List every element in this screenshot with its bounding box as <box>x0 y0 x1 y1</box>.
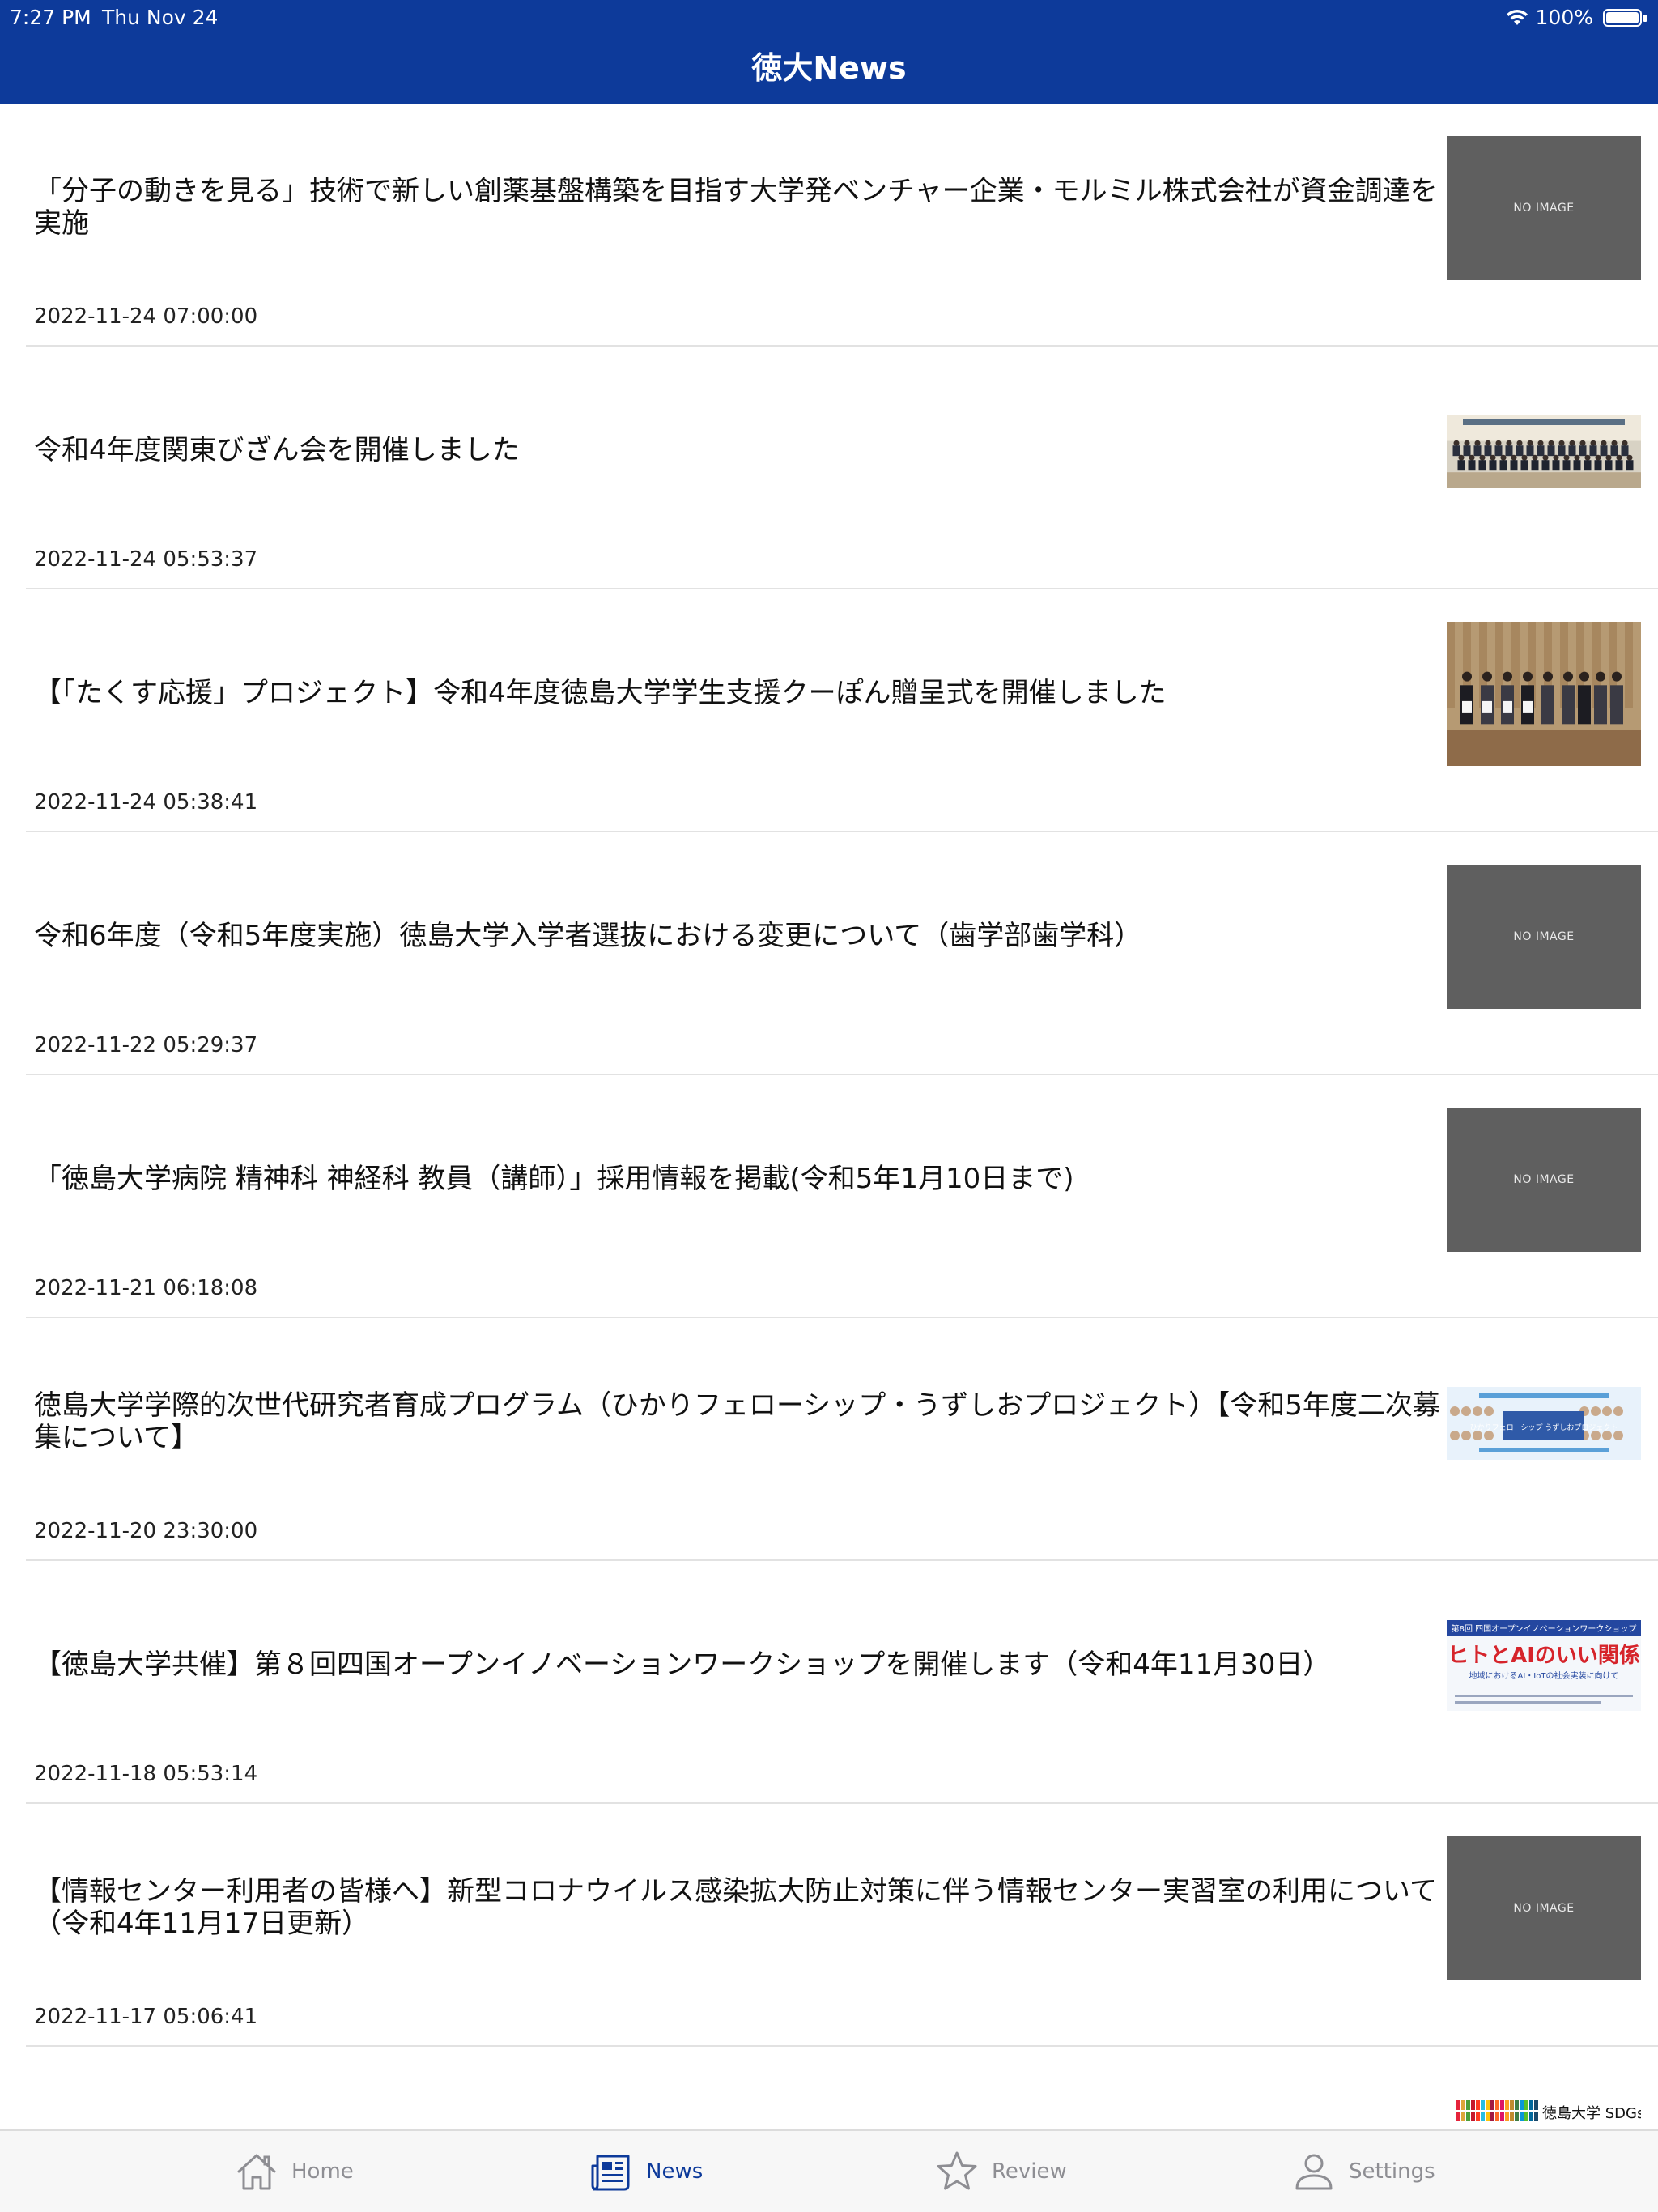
news-title: 「徳島大学病院 精神科 神経科 教員（講師）」採用情報を掲載(令和5年1月10日… <box>34 1163 1074 1195</box>
news-row[interactable]: 【「たくす応援」プロジェクト】令和4年度徳島大学学生支援クーぽん贈呈式を開催しま… <box>26 589 1658 832</box>
news-date: 2022-11-24 05:38:41 <box>34 790 258 815</box>
tab-news-label: News <box>646 2159 704 2184</box>
page-title: 徳大News <box>751 50 907 86</box>
battery-icon <box>1603 9 1647 27</box>
fellowship-banner-text: ひかりフェローシップ うずしおプロジェクト <box>1470 1423 1618 1432</box>
tab-review-label: Review <box>992 2159 1067 2184</box>
no-image-label: NO IMAGE <box>1513 1902 1575 1915</box>
news-thumbnail: 徳島大学 SDGs公開 <box>1447 2097 1641 2129</box>
house-icon <box>237 2154 276 2190</box>
news-row[interactable]: 「分子の動きを見る」技術で新しい創薬基盤構築を目指す大学発ベンチャー企業・モルミ… <box>26 104 1658 347</box>
newspaper-icon <box>591 2155 630 2191</box>
news-title: 徳島大学学際的次世代研究者育成プログラム（ひかりフェローシップ・うずしおプロジェ… <box>34 1389 1440 1454</box>
news-row[interactable]: 令和4年度関東びざん会を開催しました 2022-11-24 05:53:37 <box>26 347 1658 589</box>
news-thumbnail <box>1447 415 1641 488</box>
news-date: 2022-11-24 05:53:37 <box>34 547 258 572</box>
news-thumbnail: NO IMAGE <box>1447 136 1641 280</box>
no-image-label: NO IMAGE <box>1513 1173 1575 1186</box>
tab-news[interactable]: News <box>589 2147 703 2196</box>
group-photo-image <box>1447 415 1641 488</box>
tab-bar: Home News Review Settings <box>0 2129 1658 2212</box>
tab-settings[interactable]: Settings <box>1292 2147 1435 2196</box>
app-header: 7:27 PM Thu Nov 24 100% 徳大News <box>0 0 1658 104</box>
news-date: 2022-11-20 23:30:00 <box>34 1519 258 1543</box>
news-title: 【情報センター利用者の皆様へ】新型コロナウイルス感染拡大防止対策に伴う情報センタ… <box>34 1875 1437 1940</box>
news-title: 令和4年度関東びざん会を開催しました <box>34 434 520 466</box>
news-thumbnail: ひかりフェローシップ うずしおプロジェクト <box>1447 1387 1641 1460</box>
tab-home[interactable]: Home <box>235 2147 354 2196</box>
news-row[interactable]: 【情報センター利用者の皆様へ】新型コロナウイルス感染拡大防止対策に伴う情報センタ… <box>26 1804 1658 2047</box>
ceremony-photo-image <box>1447 622 1641 766</box>
workshop-banner-image: 第8回 四国オープンイノベーションワークショップヒトとAIのいい関係地域における… <box>1447 1620 1641 1711</box>
workshop-banner-main: ヒトとAIのいい関係 <box>1448 1644 1640 1668</box>
news-row[interactable]: 徳島大学学際的次世代研究者育成プログラム（ひかりフェローシップ・うずしおプロジェ… <box>26 1318 1658 1561</box>
star-icon <box>937 2151 977 2190</box>
workshop-banner-head: 第8回 四国オープンイノベーションワークショップ <box>1452 1623 1637 1634</box>
news-row[interactable]: 「徳島大学病院 精神科 神経科 教員（講師）」採用情報を掲載(令和5年1月10日… <box>26 1075 1658 1318</box>
news-thumbnail: NO IMAGE <box>1447 1108 1641 1252</box>
battery-percent: 100% <box>1535 6 1593 29</box>
no-image-label: NO IMAGE <box>1513 202 1575 215</box>
wifi-icon <box>1506 9 1528 25</box>
news-date: 2022-11-18 05:53:14 <box>34 1762 258 1786</box>
workshop-banner-sub: 地域におけるAI・IoTの社会実装に向けて <box>1469 1670 1619 1681</box>
tab-review[interactable]: Review <box>935 2147 1067 2196</box>
news-date: 2022-11-24 07:00:00 <box>34 304 258 329</box>
tab-settings-label: Settings <box>1349 2159 1435 2184</box>
news-thumbnail: 第8回 四国オープンイノベーションワークショップヒトとAIのいい関係地域における… <box>1447 1620 1641 1711</box>
sdgs-banner-text: 徳島大学 SDGs公開 <box>1542 2105 1641 2122</box>
news-thumbnail <box>1447 622 1641 766</box>
news-row[interactable]: 令和6年度（令和5年度実施）徳島大学入学者選抜における変更について（歯学部歯学科… <box>26 832 1658 1075</box>
news-title: 【徳島大学共催】第８回四国オープンイノベーションワークショップを開催します（令和… <box>34 1648 1331 1681</box>
news-row[interactable]: 徳島大学 SDGs公開 <box>26 2047 1658 2129</box>
news-title: 「分子の動きを見る」技術で新しい創薬基盤構築を目指す大学発ベンチャー企業・モルミ… <box>34 175 1438 240</box>
news-thumbnail: NO IMAGE <box>1447 865 1641 1009</box>
person-icon <box>1295 2154 1333 2190</box>
news-date: 2022-11-17 05:06:41 <box>34 2005 258 2029</box>
news-title: 令和6年度（令和5年度実施）徳島大学入学者選抜における変更について（歯学部歯学科… <box>34 920 1142 952</box>
news-date: 2022-11-22 05:29:37 <box>34 1033 258 1057</box>
status-time: 7:27 PM <box>10 6 91 29</box>
news-thumbnail: NO IMAGE <box>1447 1836 1641 1980</box>
status-right: 100% <box>1505 5 1647 31</box>
news-date: 2022-11-21 06:18:08 <box>34 1276 258 1300</box>
status-date: Thu Nov 24 <box>102 6 219 29</box>
tab-home-label: Home <box>291 2159 354 2184</box>
no-image-label: NO IMAGE <box>1513 930 1575 943</box>
news-row[interactable]: 【徳島大学共催】第８回四国オープンイノベーションワークショップを開催します（令和… <box>26 1561 1658 1804</box>
news-list[interactable]: 「分子の動きを見る」技術で新しい創薬基盤構築を目指す大学発ベンチャー企業・モルミ… <box>0 104 1658 2129</box>
fellowship-banner-image: ひかりフェローシップ うずしおプロジェクト <box>1447 1387 1641 1460</box>
news-title: 【「たくす応援」プロジェクト】令和4年度徳島大学学生支援クーぽん贈呈式を開催しま… <box>34 677 1167 709</box>
sdgs-banner-image: 徳島大学 SDGs公開 <box>1447 2097 1641 2129</box>
